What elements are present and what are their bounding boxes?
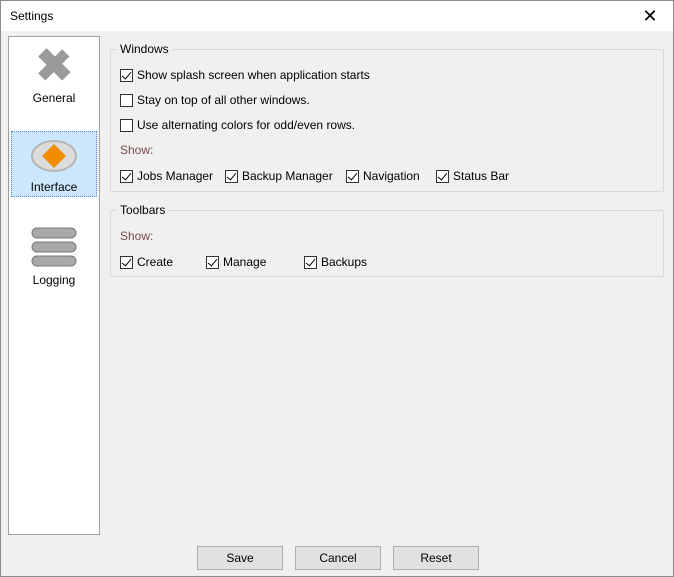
checkbox-box[interactable] — [436, 169, 449, 183]
checkbox-label: Use alternating colors for odd/even rows… — [137, 118, 356, 132]
checkbox-box[interactable] — [120, 68, 133, 82]
checkbox-box[interactable] — [120, 169, 133, 183]
toolbars-group: Toolbars Show: Create Manage Backups — [110, 203, 664, 277]
checkbox-box[interactable] — [120, 93, 133, 107]
checkbox-label: Stay on top of all other windows. — [137, 93, 310, 107]
checkbox-box[interactable] — [304, 255, 317, 269]
backup-manager-checkbox[interactable]: Backup Manager — [225, 169, 333, 183]
checkbox-box[interactable] — [120, 118, 133, 132]
sidebar-item-label: Logging — [32, 273, 76, 287]
checkbox-label: Jobs Manager — [137, 169, 214, 183]
show-label: Show: — [120, 229, 154, 243]
show-label: Show: — [120, 143, 154, 157]
create-toolbar-checkbox[interactable]: Create — [120, 255, 173, 269]
checkbox-box[interactable] — [206, 255, 219, 269]
alternating-colors-checkbox[interactable]: Use alternating colors for odd/even rows… — [120, 118, 355, 132]
windows-group: Windows Show splash screen when applicat… — [110, 42, 664, 192]
sidebar-item-label: Interface — [30, 180, 78, 194]
checkbox-box[interactable] — [120, 255, 133, 269]
sidebar: General Interface Logging — [8, 36, 100, 535]
navigation-checkbox[interactable]: Navigation — [346, 169, 420, 183]
close-button[interactable]: ✕ — [627, 1, 673, 31]
sidebar-item-general[interactable]: General — [11, 41, 97, 107]
checkbox-box[interactable] — [225, 169, 238, 183]
group-title: Windows — [117, 42, 172, 56]
close-icon: ✕ — [642, 5, 658, 26]
window-title: Settings — [10, 9, 54, 23]
puzzle-icon — [38, 48, 71, 81]
stay-on-top-checkbox[interactable]: Stay on top of all other windows. — [120, 93, 310, 107]
save-button[interactable]: Save — [197, 546, 283, 570]
checkbox-label: Navigation — [363, 169, 420, 183]
checkbox-label: Backups — [321, 255, 368, 269]
backups-toolbar-checkbox[interactable]: Backups — [304, 255, 367, 269]
sidebar-item-label: General — [32, 91, 76, 105]
sidebar-item-interface[interactable]: Interface — [11, 131, 97, 197]
jobs-manager-checkbox[interactable]: Jobs Manager — [120, 169, 213, 183]
interface-eye-icon — [31, 140, 77, 172]
checkbox-label: Status Bar — [453, 169, 510, 183]
checkbox-label: Backup Manager — [242, 169, 333, 183]
status-bar-checkbox[interactable]: Status Bar — [436, 169, 509, 183]
sidebar-item-logging[interactable]: Logging — [11, 223, 97, 289]
settings-window: Settings ✕ General Interface Logging Win… — [0, 0, 674, 577]
reset-button[interactable]: Reset — [393, 546, 479, 570]
log-stack-icon — [31, 227, 77, 267]
cancel-button[interactable]: Cancel — [295, 546, 381, 570]
group-title: Toolbars — [117, 203, 169, 217]
manage-toolbar-checkbox[interactable]: Manage — [206, 255, 266, 269]
checkbox-label: Show splash screen when application star… — [137, 68, 370, 82]
checkbox-label: Manage — [223, 255, 267, 269]
checkbox-label: Create — [137, 255, 174, 269]
checkbox-box[interactable] — [346, 169, 359, 183]
splash-screen-checkbox[interactable]: Show splash screen when application star… — [120, 68, 370, 82]
title-bar: Settings ✕ — [1, 1, 673, 31]
